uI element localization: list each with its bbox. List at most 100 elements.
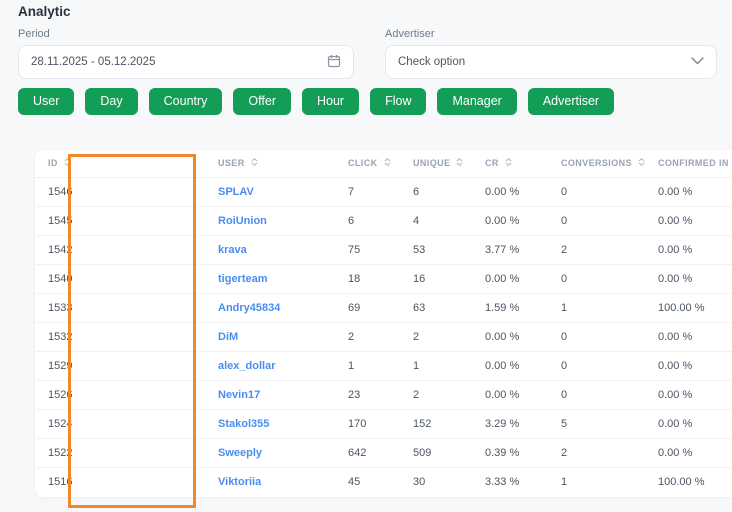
user-link[interactable]: Viktoriia xyxy=(218,476,261,488)
sort-icon[interactable] xyxy=(250,158,259,169)
advertiser-select[interactable]: Check option xyxy=(385,45,717,79)
cell-cr: 0.00 % xyxy=(472,351,548,381)
cell-click: 7 xyxy=(335,177,400,207)
cell-id: 1540 xyxy=(35,264,85,294)
cell-unique: 4 xyxy=(400,206,472,236)
table-row: 1529 alex_dollar 1 1 0.00 % 0 0.00 % xyxy=(35,351,732,381)
column-header-user: USER xyxy=(205,150,335,178)
report-button-flow[interactable]: Flow xyxy=(370,88,427,115)
cell-conversions: 0 xyxy=(548,351,645,381)
calendar-icon[interactable] xyxy=(327,54,341,71)
report-button-offer[interactable]: Offer xyxy=(233,88,291,115)
user-link[interactable]: Nevin17 xyxy=(218,389,260,401)
cell-click: 23 xyxy=(335,380,400,410)
cell-confirmed: 0.00 % xyxy=(645,322,732,352)
cell-unique: 2 xyxy=(400,380,472,410)
cell-conversions: 2 xyxy=(548,235,645,265)
cell-id: 1545 xyxy=(35,206,85,236)
column-header-empty xyxy=(85,150,205,178)
cell-click: 1 xyxy=(335,351,400,381)
cell-conversions: 2 xyxy=(548,438,645,468)
cell-unique: 16 xyxy=(400,264,472,294)
cell-cr: 3.33 % xyxy=(485,475,520,488)
user-link[interactable]: Sweeply xyxy=(218,447,262,459)
table-row: 1533 Andry45834 69 63 1.59 % 1 100.00 % xyxy=(35,293,732,323)
cell-conversions: 0 xyxy=(548,206,645,236)
user-link[interactable]: Andry45834 xyxy=(218,302,280,314)
report-button-day[interactable]: Day xyxy=(85,88,138,115)
table-header-row: ID USER CLICK UNIQUE CR CONVERSIONS CONF… xyxy=(35,150,732,178)
advertiser-filter: Advertiser Check option xyxy=(385,28,717,79)
cell-confirmed: 0.00 % xyxy=(645,235,732,265)
sort-icon[interactable] xyxy=(383,158,392,169)
cell-id: 1529 xyxy=(35,351,85,381)
cell-empty xyxy=(85,380,205,410)
cell-confirmed: 0.00 % xyxy=(645,380,732,410)
cell-user: Andry45834 xyxy=(205,293,335,323)
cell-id: 1516 xyxy=(48,475,73,488)
cell-empty xyxy=(85,293,205,323)
cell-click: 75 xyxy=(335,235,400,265)
cell-id: 1526 xyxy=(35,380,85,410)
cell-empty xyxy=(85,235,205,265)
cell-cr: 0.39 % xyxy=(472,438,548,468)
cell-empty xyxy=(85,409,205,439)
period-input[interactable]: 28.11.2025 - 05.12.2025 xyxy=(18,45,354,79)
cell-conversions: 1 xyxy=(561,475,568,488)
cell-empty xyxy=(85,264,205,294)
column-header-conversions: CONVERSIONS xyxy=(548,150,645,178)
user-link[interactable]: DiM xyxy=(218,331,238,343)
period-filter: Period 28.11.2025 - 05.12.2025 xyxy=(18,28,354,79)
user-link[interactable]: SPLAV xyxy=(218,186,254,198)
cell-empty xyxy=(85,438,205,468)
sort-icon[interactable] xyxy=(637,158,645,169)
cell-empty xyxy=(85,177,205,207)
cell-unique: 1 xyxy=(400,351,472,381)
cell-id: 1532 xyxy=(35,322,85,352)
sort-icon[interactable] xyxy=(455,158,464,169)
cell-click: 18 xyxy=(335,264,400,294)
chevron-down-icon[interactable] xyxy=(691,56,704,68)
report-button-advertiser[interactable]: Advertiser xyxy=(527,88,615,115)
user-link[interactable]: Stakol355 xyxy=(218,418,269,430)
cell-click: 2 xyxy=(335,322,400,352)
sort-icon[interactable] xyxy=(504,158,513,169)
cell-cr: 0.00 % xyxy=(472,380,548,410)
cell-confirmed: 100.00 % xyxy=(645,293,732,323)
table-row: 1532 DiM 2 2 0.00 % 0 0.00 % xyxy=(35,322,732,352)
cell-unique: 63 xyxy=(400,293,472,323)
cell-conversions: 0 xyxy=(548,177,645,207)
user-link[interactable]: RoiUnion xyxy=(218,215,267,227)
cell-cr: 0.00 % xyxy=(472,206,548,236)
user-link[interactable]: tigerteam xyxy=(218,273,268,285)
cell-user: RoiUnion xyxy=(205,206,335,236)
period-value: 28.11.2025 - 05.12.2025 xyxy=(31,56,156,68)
cell-empty xyxy=(85,467,205,496)
sort-icon[interactable] xyxy=(63,158,72,169)
report-button-country[interactable]: Country xyxy=(148,88,223,115)
user-link[interactable]: krava xyxy=(218,244,247,256)
report-button-hour[interactable]: Hour xyxy=(301,88,360,115)
cell-id: 1546 xyxy=(35,177,85,207)
page-title: Analytic xyxy=(18,4,71,19)
cell-conversions: 1 xyxy=(548,293,645,323)
report-button-user[interactable]: User xyxy=(18,88,75,115)
cell-confirmed: 0.00 % xyxy=(645,264,732,294)
column-header-unique: UNIQUE xyxy=(400,150,472,178)
column-header-click: CLICK xyxy=(335,150,400,178)
report-buttons: User Day Country Offer Hour Flow Manager… xyxy=(18,88,615,115)
cell-click: 170 xyxy=(335,409,400,439)
table-row: 1540 tigerteam 18 16 0.00 % 0 0.00 % xyxy=(35,264,732,294)
cell-conversions: 0 xyxy=(548,322,645,352)
cell-empty xyxy=(85,322,205,352)
cell-user: DiM xyxy=(205,322,335,352)
table-row: 1545 RoiUnion 6 4 0.00 % 0 0.00 % xyxy=(35,206,732,236)
table-row: 1546 SPLAV 7 6 0.00 % 0 0.00 % xyxy=(35,177,732,207)
cell-user: Sweeply xyxy=(205,438,335,468)
user-link[interactable]: alex_dollar xyxy=(218,360,275,372)
cell-cr: 0.00 % xyxy=(472,177,548,207)
cell-empty xyxy=(85,351,205,381)
table-row: 1516 Viktoriia 45 30 3.33 % 1 100.00 % xyxy=(35,467,732,496)
cell-id: 1524 xyxy=(35,409,85,439)
report-button-manager[interactable]: Manager xyxy=(437,88,517,115)
